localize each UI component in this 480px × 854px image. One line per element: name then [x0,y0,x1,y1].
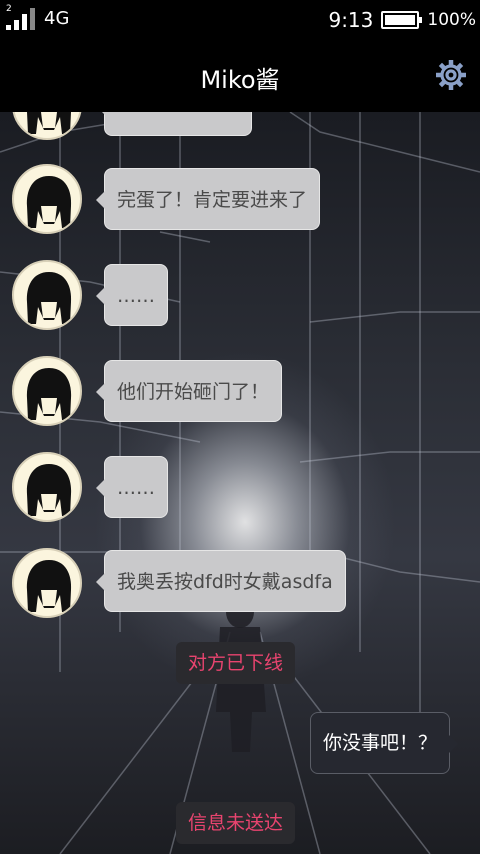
avatar[interactable] [12,548,82,618]
gear-icon[interactable] [434,58,468,92]
message-bubble[interactable]: 完蛋了！肯定要进来了 [95,168,321,230]
avatar-silhouette-icon [26,272,72,324]
message-bubble[interactable]: 他们开始砸门了！ [95,360,283,422]
network-type: 4G [44,8,70,29]
avatar[interactable] [12,260,82,330]
message-row: …… [0,260,480,330]
avatar[interactable] [12,356,82,426]
outgoing-message-bubble[interactable]: 你没事吧！？ [310,712,459,774]
message-row: …… [0,452,480,522]
message-bubble-partial[interactable] [96,112,252,136]
avatar[interactable] [12,452,82,522]
chat-title: Miko酱 [200,66,280,94]
avatar-silhouette-icon [26,560,72,612]
system-notice-undelivered: 信息未送达 [176,802,296,844]
status-left: 2 4G [6,4,70,32]
avatar[interactable] [12,164,82,234]
chat-area[interactable]: 完蛋了！肯定要进来了 …… 他们开始砸门了！ …… 我奥丢按dfd时女戴asdf… [0,112,480,854]
status-right: 9:13 100% [328,8,476,32]
message-bubble[interactable]: …… [96,456,168,518]
avatar-silhouette-icon [27,112,71,134]
avatar[interactable] [12,112,82,140]
avatar-silhouette-icon [26,176,72,228]
message-row-partial [0,112,480,140]
clock: 9:13 [328,8,374,32]
battery-icon [381,11,423,29]
message-bubble[interactable]: …… [96,264,168,326]
title-bar: Miko酱 [0,38,480,112]
avatar-silhouette-icon [26,464,72,516]
sim-slot-label: 2 [6,4,12,14]
status-bar: 2 4G 9:13 100% [0,0,480,38]
system-notice-offline: 对方已下线 [176,642,296,684]
battery-percent: 100% [427,10,476,30]
message-row: 我奥丢按dfd时女戴asdfa [0,548,480,618]
avatar-silhouette-icon [26,368,72,420]
message-bubble[interactable]: 我奥丢按dfd时女戴asdfa [96,550,346,612]
message-row: 他们开始砸门了！ [0,356,480,426]
message-row: 完蛋了！肯定要进来了 [0,164,480,234]
signal-strength-icon: 2 [6,4,38,32]
